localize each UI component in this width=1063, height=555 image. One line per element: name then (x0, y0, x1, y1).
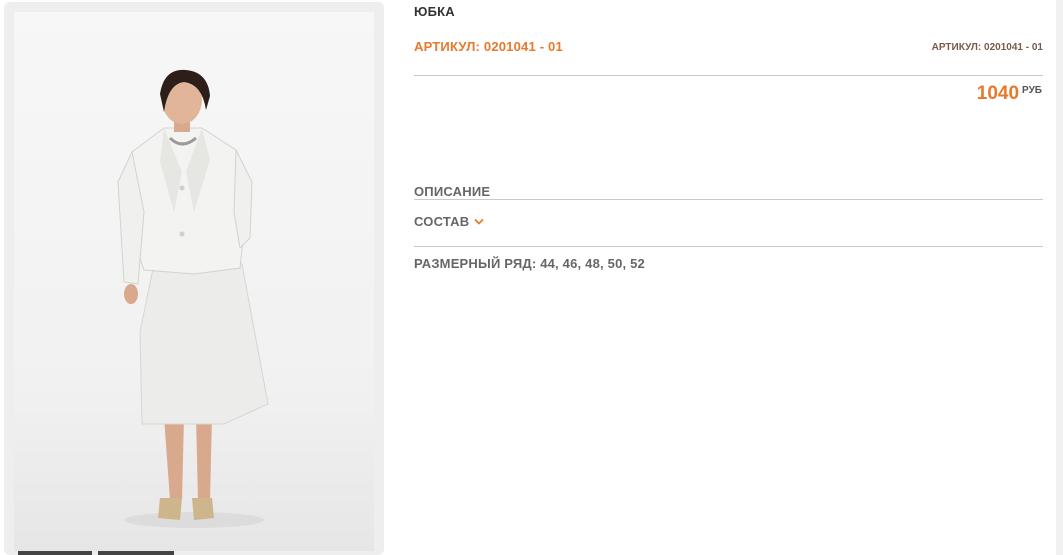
composition-label: СОСТАВ (414, 214, 470, 229)
composition-toggle[interactable]: СОСТАВ (414, 214, 484, 229)
product-title: ЮБКА (414, 4, 455, 19)
sku-label: АРТИКУЛ: 0201041 - 01 (414, 39, 563, 54)
product-photo[interactable] (14, 12, 374, 551)
price-currency: РУБ (1022, 85, 1042, 96)
divider (414, 199, 1043, 200)
gallery-thumbnail[interactable] (98, 551, 174, 555)
model-figure (117, 69, 269, 528)
description-heading[interactable]: ОПИСАНИЕ (414, 184, 490, 199)
price: 1040 РУБ (977, 83, 1042, 105)
divider (414, 246, 1043, 247)
chevron-down-icon (474, 218, 484, 225)
size-range: РАЗМЕРНЫЙ РЯД: 44, 46, 48, 50, 52 (414, 256, 645, 271)
scrollbar[interactable] (1056, 0, 1063, 555)
sku-label-secondary: АРТИКУЛ: 0201041 - 01 (931, 42, 1043, 53)
gallery-thumbnail[interactable] (18, 551, 92, 555)
price-value: 1040 (976, 83, 1020, 104)
divider (414, 75, 1043, 76)
